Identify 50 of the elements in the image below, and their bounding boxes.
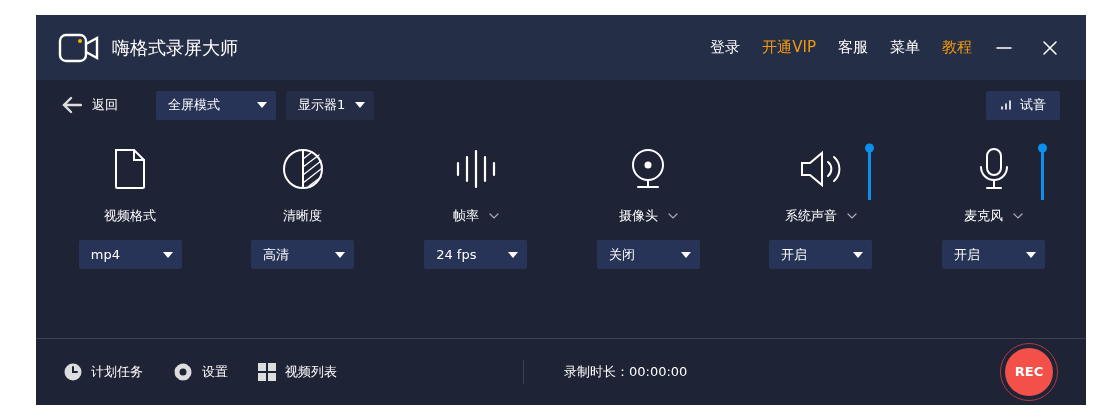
grid-icon xyxy=(258,363,276,381)
dropdown[interactable]: 关闭 xyxy=(596,240,700,269)
caret-icon xyxy=(161,250,174,259)
settings-icon xyxy=(173,362,193,382)
caret-icon xyxy=(256,101,268,109)
chevron-down-icon xyxy=(1013,213,1024,219)
minimize-icon xyxy=(996,46,1012,49)
close-icon xyxy=(1042,39,1058,56)
dropdown[interactable]: 高清 xyxy=(251,240,355,269)
dropdown[interactable]: 开启 xyxy=(769,240,873,269)
nav-link[interactable]: 教程 xyxy=(942,36,972,59)
nav-link[interactable]: 菜单 xyxy=(890,36,920,59)
setting-label: 系统声音 xyxy=(785,207,837,226)
nav-link[interactable]: 登录 xyxy=(710,36,741,59)
chevron-down-icon xyxy=(847,213,857,219)
footer-button[interactable]: 计划任务 xyxy=(64,362,143,382)
caret-icon xyxy=(507,250,520,259)
chevron-down-icon xyxy=(667,213,678,219)
back-arrow-icon xyxy=(62,96,82,114)
dropdown[interactable]: 显示器1 xyxy=(286,90,374,120)
clock-icon xyxy=(64,363,82,381)
setting-label: 清晰度 xyxy=(283,207,323,226)
dropdown[interactable]: 开启 xyxy=(942,240,1046,269)
chevron-down-icon xyxy=(488,213,499,219)
caret-icon xyxy=(679,250,692,259)
footer-button[interactable]: 视频列表 xyxy=(258,362,337,382)
setting-label: 视频格式 xyxy=(104,207,157,226)
dropdown[interactable]: 全屏模式 xyxy=(156,90,276,120)
setting-label: 摄像头 xyxy=(618,207,658,226)
recording-duration: 录制时长：00:00:00 xyxy=(564,363,688,382)
slider-thumb[interactable] xyxy=(865,143,875,153)
footer-button[interactable]: 设置 xyxy=(173,362,228,382)
caret-icon xyxy=(334,250,347,259)
bar-chart-icon xyxy=(1000,100,1012,110)
nav-link[interactable]: 开通VIP xyxy=(762,36,816,59)
video-camera-icon xyxy=(58,31,100,64)
caret-icon xyxy=(852,250,865,259)
caret-icon xyxy=(1025,250,1038,259)
setting-label: 帧率 xyxy=(452,207,479,226)
dropdown[interactable]: mp4 xyxy=(78,240,182,269)
dropdown[interactable]: 24 fps xyxy=(424,240,528,269)
nav-link[interactable]: 客服 xyxy=(838,36,868,59)
speaker-icon xyxy=(799,149,843,189)
test-sound-button[interactable]: 试音 xyxy=(986,90,1060,120)
app-title: 嗨格式录屏大师 xyxy=(112,36,238,60)
setting-label: 麦克风 xyxy=(964,207,1004,226)
caret-icon xyxy=(354,101,366,109)
back-button[interactable]: 返回 xyxy=(62,95,118,115)
slider-thumb[interactable] xyxy=(1038,143,1047,153)
half-circle-icon xyxy=(281,147,325,191)
